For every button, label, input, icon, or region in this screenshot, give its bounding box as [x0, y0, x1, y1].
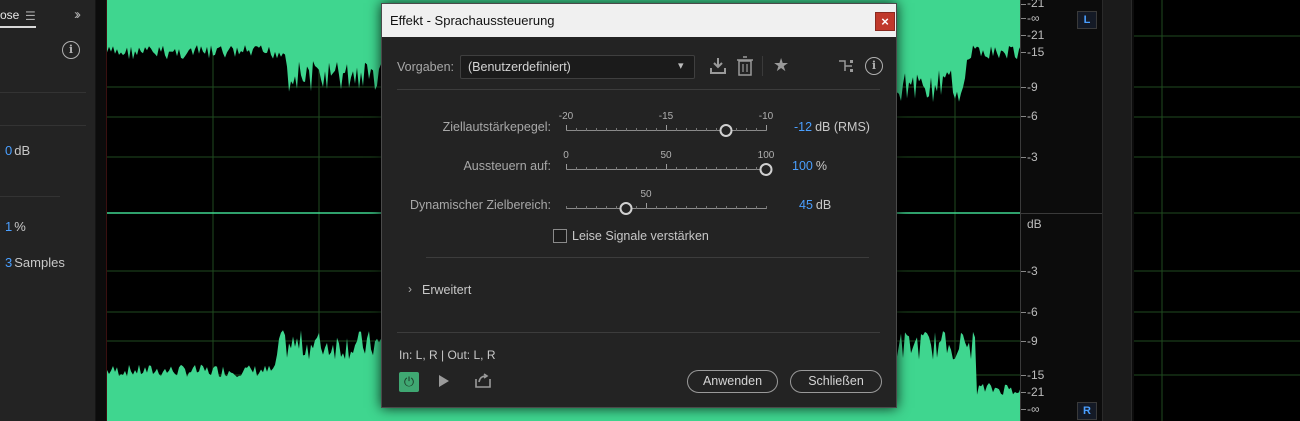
scrollbar-strip[interactable]	[1102, 0, 1132, 421]
param-value: 100%	[792, 159, 827, 173]
slider-thumb[interactable]	[619, 202, 633, 215]
close-button[interactable]: Schließen	[790, 370, 882, 393]
divider	[397, 89, 880, 90]
ruler-tick: -9	[1027, 80, 1038, 94]
power-icon[interactable]: ⏻	[399, 372, 419, 392]
effect-dialog: Effekt - Sprachaussteuerung × Vorgaben: …	[381, 3, 897, 408]
slider-scale-label: -20	[558, 111, 574, 122]
close-icon[interactable]: ×	[875, 12, 895, 31]
amplify-value[interactable]: 100	[792, 159, 813, 173]
value-row: 1%	[5, 219, 26, 234]
boost-quiet-checkbox[interactable]	[553, 229, 567, 243]
ruler-tick: -15	[1027, 45, 1045, 59]
ruler-tick: -9	[1027, 334, 1038, 348]
ruler-tick: -3	[1027, 150, 1038, 164]
play-icon[interactable]	[439, 375, 449, 387]
ruler-tick: -21	[1027, 385, 1045, 399]
ruler-tick: -3	[1027, 264, 1038, 278]
channel-right-badge[interactable]: R	[1077, 402, 1097, 420]
ruler-unit-label: dB	[1027, 217, 1042, 231]
toolbar-divider	[762, 56, 763, 76]
divider	[426, 257, 869, 258]
param-value: -12 dB (RMS)	[794, 120, 870, 134]
advanced-toggle[interactable]: Erweitert	[422, 283, 471, 297]
value-row: 3 Samples	[5, 255, 65, 270]
target-level-value[interactable]: -12	[794, 120, 812, 134]
double-chevron-right-icon[interactable]: ››	[74, 6, 81, 23]
value-unit: %	[14, 219, 26, 234]
dynamic-range-value[interactable]: 45	[799, 198, 813, 212]
amplitude-ruler: -21 -∞ -21 -15 -9 -6 -3 dB -3 -6 -9 -15 …	[1020, 0, 1103, 421]
param-label: Ziellautstärkepegel:	[442, 120, 551, 134]
ruler-tick: -21	[1027, 28, 1045, 42]
export-icon[interactable]	[474, 373, 492, 389]
preset-dropdown[interactable]: (Benutzerdefiniert) ▾	[460, 55, 695, 79]
dialog-titlebar[interactable]: Effekt - Sprachaussteuerung ×	[382, 4, 896, 37]
info-icon[interactable]: i	[865, 57, 883, 75]
value-number[interactable]: 3	[5, 255, 12, 270]
slider-scale-label: 0	[563, 150, 569, 161]
chevron-right-icon[interactable]: ›	[408, 282, 412, 296]
chevron-down-icon: ▾	[678, 60, 684, 72]
ruler-tick: -21	[1027, 0, 1045, 10]
slider-thumb[interactable]	[719, 124, 733, 137]
param-label: Dynamischer Zielbereich:	[409, 198, 551, 212]
value-number[interactable]: 1	[5, 219, 12, 234]
tab-underline	[0, 26, 36, 28]
slider-scale-label: -15	[658, 111, 674, 122]
slider-scale-label: 100	[757, 150, 775, 161]
dialog-title: Effekt - Sprachaussteuerung	[390, 13, 555, 28]
param-value: 45 dB	[799, 198, 831, 212]
ruler-tick: -∞	[1027, 402, 1040, 416]
channel-left-badge[interactable]: L	[1077, 11, 1097, 29]
ruler-tick: -15	[1027, 368, 1045, 382]
param-label: Aussteuern auf:	[463, 159, 551, 173]
divider	[0, 196, 60, 197]
preset-value: (Benutzerdefiniert)	[468, 60, 571, 74]
divider	[397, 332, 880, 333]
star-icon[interactable]: ★	[773, 55, 789, 76]
checkbox-label[interactable]: Leise Signale verstärken	[572, 229, 709, 243]
divider	[0, 125, 86, 126]
panel-tab[interactable]: ose	[0, 8, 19, 22]
slider-scale-label: 50	[640, 189, 652, 200]
slider-thumb[interactable]	[759, 163, 773, 176]
effects-panel: ose ☰ ›› i 0 dB 1% 3 Samples	[0, 0, 96, 421]
save-preset-icon[interactable]	[708, 56, 728, 76]
trash-icon[interactable]	[736, 56, 754, 76]
param-unit: dB	[815, 198, 832, 212]
value-unit: Samples	[14, 255, 65, 270]
ruler-tick: -6	[1027, 305, 1038, 319]
param-unit: %	[815, 159, 827, 173]
slider-scale-label: 50	[660, 150, 672, 161]
ruler-tick: -6	[1027, 109, 1038, 123]
preset-label: Vorgaben:	[397, 60, 454, 74]
io-routing-label: In: L, R | Out: L, R	[399, 348, 496, 362]
value-unit: dB	[14, 143, 31, 158]
value-row: 0 dB	[5, 143, 30, 158]
hamburger-menu-icon[interactable]: ☰	[25, 9, 36, 23]
secondary-grid-view	[1134, 0, 1300, 421]
apply-button[interactable]: Anwenden	[687, 370, 778, 393]
info-icon[interactable]: i	[62, 41, 80, 59]
ruler-tick: -∞	[1027, 11, 1040, 25]
routing-icon[interactable]	[838, 58, 854, 74]
divider	[0, 92, 86, 93]
value-number[interactable]: 0	[5, 143, 12, 158]
slider-scale-label: -10	[758, 111, 774, 122]
param-unit: dB (RMS)	[815, 120, 870, 134]
